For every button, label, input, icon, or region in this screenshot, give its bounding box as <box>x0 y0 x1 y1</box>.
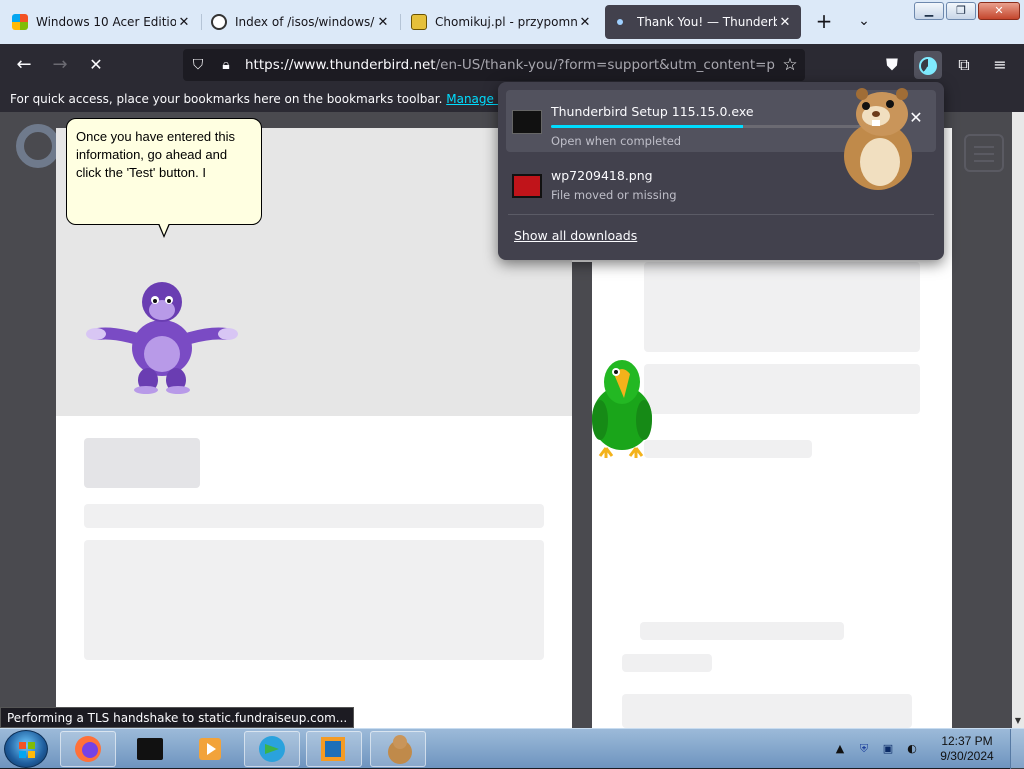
url-text[interactable]: https://www.thunderbird.net/en-US/thank-… <box>237 57 775 73</box>
close-tab-icon[interactable]: ✕ <box>176 15 192 30</box>
restore-button[interactable]: ❐ <box>946 2 976 20</box>
media-player-taskbar-button[interactable] <box>182 731 238 767</box>
tab-thunderbird-thank-you[interactable]: Thank You! — Thunderbird ✕ <box>605 5 801 39</box>
download-progress-bar <box>551 125 861 128</box>
skeleton-loader <box>644 364 920 414</box>
stop-loading-button[interactable]: ✕ <box>84 53 108 77</box>
new-tab-button[interactable]: + <box>812 10 836 34</box>
skeleton-loader <box>644 262 920 352</box>
url-domain: https://www.thunderbird.net <box>245 57 436 73</box>
pocket-icon[interactable]: ⛊ <box>878 51 906 79</box>
close-tab-icon[interactable]: ✕ <box>577 15 593 30</box>
show-hidden-icons-icon[interactable]: ▲ <box>831 741 849 757</box>
clock-date: 9/30/2024 <box>940 749 994 763</box>
downloads-button[interactable] <box>914 51 942 79</box>
clock-time: 12:37 PM <box>941 734 993 748</box>
exe-file-icon <box>512 110 542 134</box>
download-progress-icon <box>919 56 937 75</box>
download-status: File moved or missing <box>551 188 677 202</box>
back-button[interactable]: ← <box>12 53 36 77</box>
download-filename: Thunderbird Setup 115.15.0.exe <box>551 104 754 119</box>
url-path: /en-US/thank-you/?form=support&utm_conte… <box>435 57 775 73</box>
hamster-icon <box>388 735 412 764</box>
panel-separator <box>508 214 934 215</box>
firefox-icon <box>75 736 101 762</box>
status-panel: Performing a TLS handshake to static.fun… <box>0 707 355 728</box>
bookmarks-hint-text: For quick access, place your bookmarks h… <box>10 92 443 106</box>
green-parrot-assistant-icon[interactable] <box>588 356 658 460</box>
show-desktop-button[interactable] <box>1010 729 1024 769</box>
minimize-button[interactable]: ▁ <box>914 2 944 20</box>
skeleton-loader <box>622 654 712 672</box>
skeleton-loader <box>84 504 544 528</box>
virtualbox-icon <box>321 737 345 761</box>
network-monitor-icon[interactable]: ▣ <box>879 741 897 757</box>
system-tray: ▲ ⛨ ▣ ◐ 12:37 PM 9/30/2024 <box>828 729 1024 769</box>
skeleton-loader <box>644 440 812 458</box>
start-button[interactable] <box>4 730 48 768</box>
show-all-downloads-button[interactable]: Show all downloads <box>514 228 637 243</box>
firefox-taskbar-button[interactable] <box>60 731 116 767</box>
png-file-icon <box>512 174 542 198</box>
close-tab-icon[interactable]: ✕ <box>777 15 793 30</box>
tab-separator <box>201 14 202 30</box>
app-menu-hamburger-icon[interactable]: ≡ <box>986 51 1014 79</box>
taskbar-clock[interactable]: 12:37 PM 9/30/2024 <box>924 734 1010 764</box>
skeleton-loader <box>640 622 844 640</box>
thunderbird-logo-icon <box>16 124 60 168</box>
tab-chomikuj[interactable]: Chomikuj.pl - przypomnie ✕ <box>403 5 601 39</box>
skeleton-loader <box>84 540 544 660</box>
tab-title: Windows 10 Acer Edition <box>36 15 176 29</box>
page-scrollbar[interactable]: ▼ <box>1012 112 1024 728</box>
tab-windows10[interactable]: Windows 10 Acer Edition ✕ <box>4 5 200 39</box>
window-controls: ▁ ❐ ✕ <box>914 2 1020 20</box>
virtualbox-taskbar-button[interactable] <box>306 731 362 767</box>
download-progress-fill <box>551 125 744 128</box>
bookmark-star-icon[interactable]: ☆ <box>775 55 805 75</box>
tab-strip: Windows 10 Acer Edition ✕ Index of /isos… <box>0 0 1024 44</box>
terminal-app-icon <box>137 738 163 760</box>
purple-gorilla-assistant-icon[interactable] <box>84 278 240 394</box>
terminal-taskbar-button[interactable] <box>122 731 178 767</box>
download-status: Open when completed <box>551 134 682 148</box>
site-menu-icon[interactable] <box>964 134 1004 172</box>
url-bar[interactable]: ⛉ 🔒︎ https://www.thunderbird.net/en-US/t… <box>183 49 805 81</box>
skeleton-loader <box>84 438 200 488</box>
download-filename: wp7209418.png <box>551 168 653 183</box>
navigation-toolbar: ← → ✕ ⛉ 🔒︎ https://www.thunderbird.net/e… <box>0 44 1024 86</box>
balloon-tail-fill <box>159 223 169 235</box>
tab-title: Index of /isos/windows/ <box>235 15 375 29</box>
windows-taskbar: ▲ ⛨ ▣ ◐ 12:37 PM 9/30/2024 <box>0 728 1024 769</box>
close-window-button[interactable]: ✕ <box>978 2 1020 20</box>
index-favicon-icon <box>211 14 227 30</box>
tab-title: Chomikuj.pl - przypomnie <box>435 15 577 29</box>
tab-index-isos[interactable]: Index of /isos/windows/ ✕ <box>203 5 399 39</box>
assistant-speech-balloon: Once you have entered this information, … <box>66 118 262 225</box>
tab-separator <box>400 14 401 30</box>
tab-title: Thank You! — Thunderbird <box>637 15 777 29</box>
thunderbird-favicon-icon <box>617 19 623 25</box>
download-manager-taskbar-button[interactable] <box>244 731 300 767</box>
scroll-down-arrow-icon[interactable]: ▼ <box>1012 714 1024 728</box>
volume-icon[interactable]: ◐ <box>903 741 921 757</box>
show-all-downloads-label: Show all downloads <box>514 228 638 243</box>
list-all-tabs-button[interactable]: ⌄ <box>852 10 876 34</box>
download-manager-icon <box>259 736 285 762</box>
tracking-protection-shield-icon[interactable]: ⛉ <box>187 57 209 73</box>
lock-icon[interactable]: 🔒︎ <box>215 57 237 73</box>
skeleton-loader <box>622 694 912 728</box>
media-player-icon <box>199 738 221 760</box>
forward-button[interactable]: → <box>48 53 72 77</box>
tray-app-icon[interactable]: ⛨ <box>855 741 873 757</box>
windows-favicon-icon <box>12 14 28 30</box>
hamster-assistant-icon[interactable] <box>832 86 920 194</box>
chomikuj-favicon-icon <box>411 14 427 30</box>
page-column-divider <box>572 262 592 728</box>
hamster-taskbar-button[interactable] <box>370 731 426 767</box>
close-tab-icon[interactable]: ✕ <box>375 15 391 30</box>
extensions-puzzle-icon[interactable]: ⧉ <box>950 51 978 79</box>
